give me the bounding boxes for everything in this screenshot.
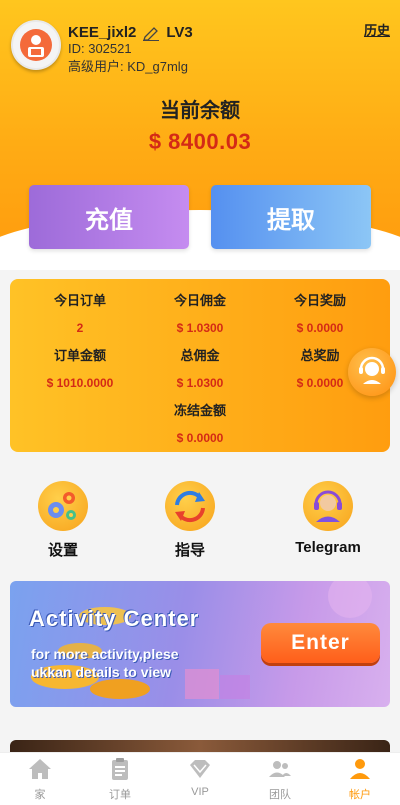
tab-label: 家 — [34, 789, 46, 801]
edit-icon[interactable] — [142, 25, 160, 41]
stat-today-commission: 今日佣金 $ 1.0300 — [137, 290, 263, 335]
balance-amount: $ 8400.03 — [148, 129, 252, 154]
stat-value: $ 0.0000 — [296, 321, 344, 335]
home-icon — [27, 756, 53, 782]
shortcut-label: 指导 — [174, 542, 205, 559]
shortcut-label: 设置 — [47, 542, 78, 559]
stat-label: 今日订单 — [53, 293, 106, 308]
user-level: 高级用户: KD_g7mlg — [68, 59, 188, 74]
banner-title: Activity Center — [29, 606, 200, 631]
user-id: ID: 302521 — [68, 41, 132, 56]
shortcut-telegram[interactable]: Telegram — [278, 481, 378, 556]
stat-total-commission: 总佣金 $ 1.0300 — [137, 345, 263, 390]
person-icon — [347, 756, 373, 782]
gears-icon — [38, 481, 88, 531]
level-badge: LV3 — [166, 24, 193, 41]
tab-account[interactable]: 帐户 — [320, 756, 400, 802]
tab-orders[interactable]: 订单 — [80, 756, 160, 802]
headset-support-icon — [303, 481, 353, 531]
refresh-arrows-icon — [165, 481, 215, 531]
tab-vip[interactable]: VIP — [160, 756, 240, 798]
customer-service-button[interactable] — [348, 348, 396, 396]
username: KEE_jixl2 — [68, 24, 137, 41]
recharge-button[interactable]: 充值 — [29, 185, 189, 249]
stats-card: 今日订单 2 今日佣金 $ 1.0300 今日奖励 $ 0.0000 订单金额 … — [10, 279, 390, 452]
shortcut-label: Telegram — [295, 539, 361, 556]
stat-today-reward: 今日奖励 $ 0.0000 — [257, 290, 383, 335]
clipboard-icon — [107, 756, 133, 782]
withdraw-button[interactable]: 提取 — [211, 185, 371, 249]
banner-subtitle: for more activity,plese — [31, 646, 179, 662]
stat-label: 今日佣金 — [173, 293, 226, 308]
stat-value: $ 1.0300 — [176, 321, 224, 335]
diamond-icon — [187, 756, 213, 782]
team-icon — [267, 756, 293, 782]
avatar[interactable] — [11, 20, 61, 70]
tab-label: 团队 — [269, 789, 291, 801]
username-row: KEE_jixl2 LV3 — [68, 24, 193, 41]
activity-center-banner[interactable]: Activity Center for more activity,plese … — [10, 581, 390, 707]
tab-label: 订单 — [109, 789, 131, 801]
tab-home[interactable]: 家 — [0, 756, 80, 802]
stat-value: $ 1010.0000 — [46, 376, 114, 390]
stat-label: 订单金额 — [53, 348, 106, 363]
tab-label: VIP — [191, 786, 209, 798]
stat-label: 冻结金额 — [173, 403, 226, 418]
stat-value: 2 — [76, 321, 84, 335]
shortcut-settings[interactable]: 设置 — [13, 481, 113, 560]
support-agent-icon — [359, 356, 385, 384]
shortcut-guide[interactable]: 指导 — [140, 481, 240, 560]
bottom-tab-bar: 家 订单 VIP 团队 帐户 — [0, 752, 400, 805]
stat-label: 总佣金 — [180, 348, 220, 363]
history-link[interactable]: 历史 — [364, 20, 390, 39]
tab-label: 帐户 — [349, 789, 371, 801]
enter-button[interactable]: Enter — [261, 623, 380, 663]
stat-order-amount: 订单金额 $ 1010.0000 — [17, 345, 143, 390]
stat-value: $ 0.0000 — [176, 431, 224, 445]
tab-team[interactable]: 团队 — [240, 756, 320, 802]
stat-frozen-amount: 冻结金额 $ 0.0000 — [137, 400, 263, 445]
stat-value: $ 1.0300 — [176, 376, 224, 390]
banner-subtitle: ukkan details to view — [31, 664, 172, 680]
stat-today-orders: 今日订单 2 — [17, 290, 143, 335]
balance-title: 当前余额 — [160, 100, 240, 122]
stat-label: 今日奖励 — [293, 293, 346, 308]
